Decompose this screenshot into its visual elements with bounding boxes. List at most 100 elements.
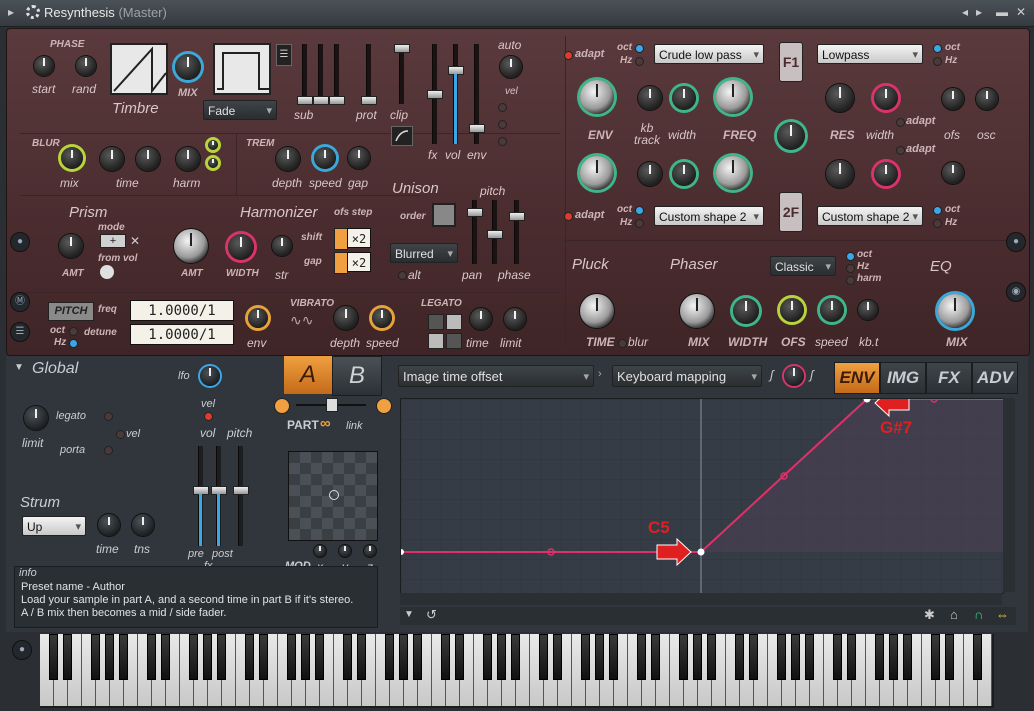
pre-fader[interactable]	[193, 446, 209, 546]
eye-icon[interactable]: ◉	[1006, 282, 1026, 302]
undo-icon[interactable]: ↺	[426, 607, 437, 623]
black-key[interactable]	[581, 634, 590, 680]
tag-icon[interactable]: ⌂	[950, 607, 958, 622]
black-key[interactable]	[189, 634, 198, 680]
legato-limit-knob[interactable]	[504, 308, 526, 330]
prev-preset-icon[interactable]: ◂	[962, 5, 968, 19]
timbre-mode-select[interactable]: Fade	[203, 100, 277, 121]
phaser-hz-led[interactable]	[846, 264, 855, 273]
menu-arrow-icon[interactable]: ▸	[8, 5, 14, 19]
black-key[interactable]	[595, 634, 604, 680]
black-key[interactable]	[931, 634, 940, 680]
black-key[interactable]	[749, 634, 758, 680]
f2-oct-led[interactable]	[635, 206, 644, 215]
mod-z-knob[interactable]	[364, 545, 376, 557]
legato-time-knob[interactable]	[470, 308, 492, 330]
tab-env[interactable]: ENV	[834, 362, 880, 394]
shift-value[interactable]: ×2	[347, 228, 371, 248]
f2-hz-led[interactable]	[635, 219, 644, 228]
f1-ofs-knob[interactable]	[942, 88, 964, 110]
phaser-kbt-knob[interactable]	[858, 300, 878, 320]
sub-fader[interactable]	[297, 44, 313, 105]
f2-width-knob[interactable]	[672, 162, 696, 186]
phaser-mix-knob[interactable]	[680, 294, 714, 328]
f1-adapt2-led[interactable]	[896, 118, 905, 127]
link-icon[interactable]: ∞	[320, 415, 331, 432]
part-a-tab[interactable]: A	[284, 356, 332, 394]
black-key[interactable]	[203, 634, 212, 680]
phaser-oct-led[interactable]	[846, 252, 855, 261]
part-a-select-icon[interactable]	[274, 398, 290, 414]
legato-mode-1[interactable]	[428, 314, 444, 330]
gear-icon[interactable]	[26, 5, 40, 19]
prot-fader[interactable]	[361, 44, 377, 105]
black-key[interactable]	[105, 634, 114, 680]
unison-pan-fader-b[interactable]	[487, 200, 503, 264]
xy-pad[interactable]	[288, 451, 378, 541]
piano-keyboard[interactable]	[40, 634, 994, 708]
black-key[interactable]	[637, 634, 646, 680]
blur-small-knob-2[interactable]	[208, 158, 218, 168]
wave-b-display[interactable]	[213, 43, 271, 95]
unison-phase-fader[interactable]	[509, 200, 525, 264]
f2-freq-knob[interactable]	[716, 156, 750, 190]
tab-img[interactable]: IMG	[880, 362, 926, 394]
black-key[interactable]	[875, 634, 884, 680]
pluck-time-knob[interactable]	[580, 294, 614, 328]
mix-knob[interactable]	[175, 54, 201, 80]
fx-fader[interactable]	[427, 44, 443, 144]
f2-env-knob[interactable]	[580, 156, 614, 190]
black-key[interactable]	[483, 634, 492, 680]
f1-hz-led[interactable]	[635, 57, 644, 66]
ab-mix-slider-handle[interactable]	[326, 398, 338, 412]
unison-mode-select[interactable]: Blurred	[390, 243, 458, 264]
black-key[interactable]	[385, 634, 394, 680]
f1-adapt-led[interactable]	[564, 51, 573, 60]
side-macro-icon[interactable]: Ⓜ	[10, 292, 30, 312]
prism-close-icon[interactable]: ✕	[130, 234, 140, 248]
vibrato-depth-knob[interactable]	[334, 306, 358, 330]
legato-mode-3[interactable]	[428, 333, 444, 349]
vel2-led[interactable]	[204, 412, 213, 421]
phaser-mode-select[interactable]: Classic	[770, 256, 836, 277]
black-key[interactable]	[805, 634, 814, 680]
black-key[interactable]	[735, 634, 744, 680]
f1-width-knob[interactable]	[672, 86, 696, 110]
prism-mode-button[interactable]: +	[100, 234, 126, 248]
vibrato-speed-knob[interactable]	[372, 308, 392, 328]
part-b-tab[interactable]: B	[332, 356, 382, 396]
black-key[interactable]	[63, 634, 72, 680]
sub-fader-3[interactable]	[329, 44, 345, 105]
blur-mix-knob[interactable]	[61, 147, 83, 169]
black-key[interactable]	[147, 634, 156, 680]
side-knob-icon[interactable]: ●	[10, 232, 30, 252]
black-key[interactable]	[945, 634, 954, 680]
filter-link-knob[interactable]	[777, 122, 805, 150]
tab-fx[interactable]: FX	[926, 362, 972, 394]
tab-adv[interactable]: ADV	[972, 362, 1018, 394]
f1-osc-knob[interactable]	[976, 88, 998, 110]
horizontal-arrows-icon[interactable]: ⇔	[996, 607, 1009, 622]
sub-fader-2[interactable]	[313, 44, 329, 105]
mod-y-knob[interactable]	[339, 545, 351, 557]
f1-oct2-led[interactable]	[933, 44, 942, 53]
post-fader[interactable]	[211, 446, 227, 546]
keyboard-left-icon[interactable]: ●	[12, 640, 32, 660]
black-key[interactable]	[399, 634, 408, 680]
global-collapse-icon[interactable]: ▼	[14, 362, 24, 373]
mod-x-knob[interactable]	[314, 545, 326, 557]
black-key[interactable]	[609, 634, 618, 680]
harmonizer-str-knob[interactable]	[272, 236, 292, 256]
f1-width2-knob[interactable]	[874, 86, 898, 110]
black-key[interactable]	[301, 634, 310, 680]
black-key[interactable]	[315, 634, 324, 680]
pitch-env-knob[interactable]	[248, 308, 268, 328]
f1-type-select[interactable]: Crude low pass	[654, 44, 764, 65]
snowflake-icon[interactable]: ✱	[924, 607, 935, 623]
clip-curve-button[interactable]	[391, 126, 413, 146]
gap-toggle[interactable]	[334, 252, 348, 274]
vol-fader[interactable]	[448, 44, 464, 144]
unison-order-button[interactable]	[432, 203, 456, 227]
f1-kbtrack-knob[interactable]	[638, 86, 662, 110]
f1-oct-led[interactable]	[635, 44, 644, 53]
